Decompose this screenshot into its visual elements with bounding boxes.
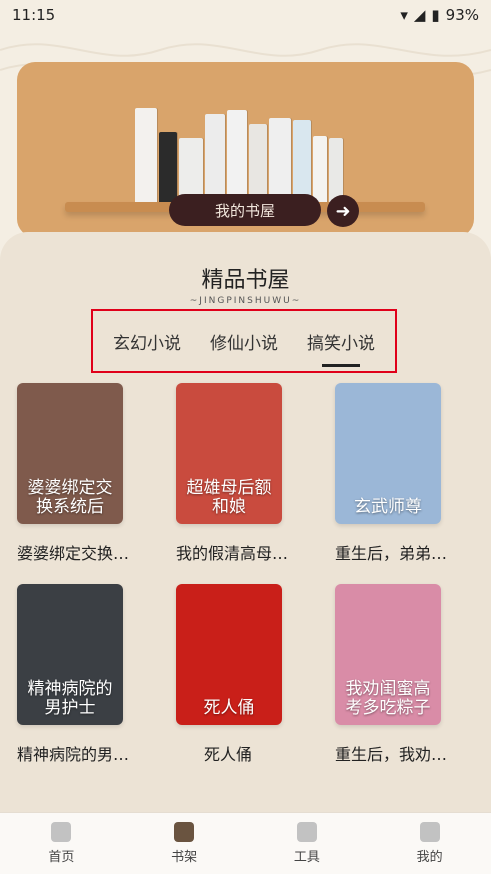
nav-home[interactable]: 首页 [48,822,74,865]
nav-bookshelf[interactable]: 书架 [171,822,197,865]
nav-profile[interactable]: 我的 [417,822,443,865]
tab-fantasy[interactable]: 玄幻小说 [113,329,181,354]
bottom-nav: 首页 书架 工具 我的 [0,812,491,874]
book-cover[interactable]: 死人俑 [176,584,282,725]
book-cover[interactable]: 我劝闺蜜高考多吃粽子 [335,584,441,725]
book-title[interactable]: 重生后，我劝… [335,741,485,765]
book-title[interactable]: 死人俑 [204,741,354,765]
battery-percent: 93% [445,6,479,24]
status-bar: 11:15 ▾ ◢ ▮ 93% [0,0,491,30]
tools-icon [296,822,317,842]
page-title: 精品书屋 [201,268,290,293]
book-title[interactable]: 我的假清高母… [176,540,326,564]
book-title[interactable]: 精神病院的男… [17,741,167,765]
book-cover[interactable]: 婆婆绑定交换系统后 [17,383,123,524]
arrow-right-icon[interactable]: ➜ [327,195,359,227]
cover-text: 玄武师尊 [354,497,422,518]
cover-text: 精神病院的男护士 [27,678,113,719]
nav-home-label: 首页 [48,850,75,865]
home-icon [51,822,72,842]
book-cover[interactable]: 超雄母后额和娘 [176,383,282,524]
battery-icon: ▮ [431,6,440,24]
cover-text: 我劝闺蜜高考多吃粽子 [345,678,431,719]
cover-text: 婆婆绑定交换系统后 [27,477,113,518]
cover-text: 超雄母后额和娘 [186,477,272,518]
cover-text: 死人俑 [203,698,255,719]
book-title[interactable]: 重生后，弟弟… [335,540,485,564]
profile-icon [419,822,440,842]
book-spine [135,108,157,208]
tab-xianxia[interactable]: 修仙小说 [210,329,278,354]
my-bookshelf-button[interactable]: 我的书屋 [169,194,321,226]
book-cover[interactable]: 玄武师尊 [335,383,441,524]
wifi-icon: ▾ [400,6,408,24]
books-illustration [135,98,375,208]
nav-bookshelf-label: 书架 [171,850,198,865]
status-time: 11:15 [12,6,56,24]
signal-icon: ◢ [413,6,426,24]
book-title[interactable]: 婆婆绑定交换… [17,540,167,564]
page-subtitle: ~JINGPINSHUWU~ [189,296,302,306]
nav-profile-label: 我的 [416,850,443,865]
bookshelf-banner: 我的书屋 ➜ [17,62,474,237]
category-tabs: 玄幻小说 修仙小说 搞笑小说 [91,309,397,373]
my-bookshelf-label: 我的书屋 [214,201,275,220]
nav-tools[interactable]: 工具 [294,822,320,865]
nav-tools-label: 工具 [293,850,320,865]
book-cover[interactable]: 精神病院的男护士 [17,584,123,725]
status-indicators: ▾ ◢ ▮ 93% [400,6,479,24]
bookshelf-icon [174,822,195,842]
tab-comedy[interactable]: 搞笑小说 [307,329,375,367]
